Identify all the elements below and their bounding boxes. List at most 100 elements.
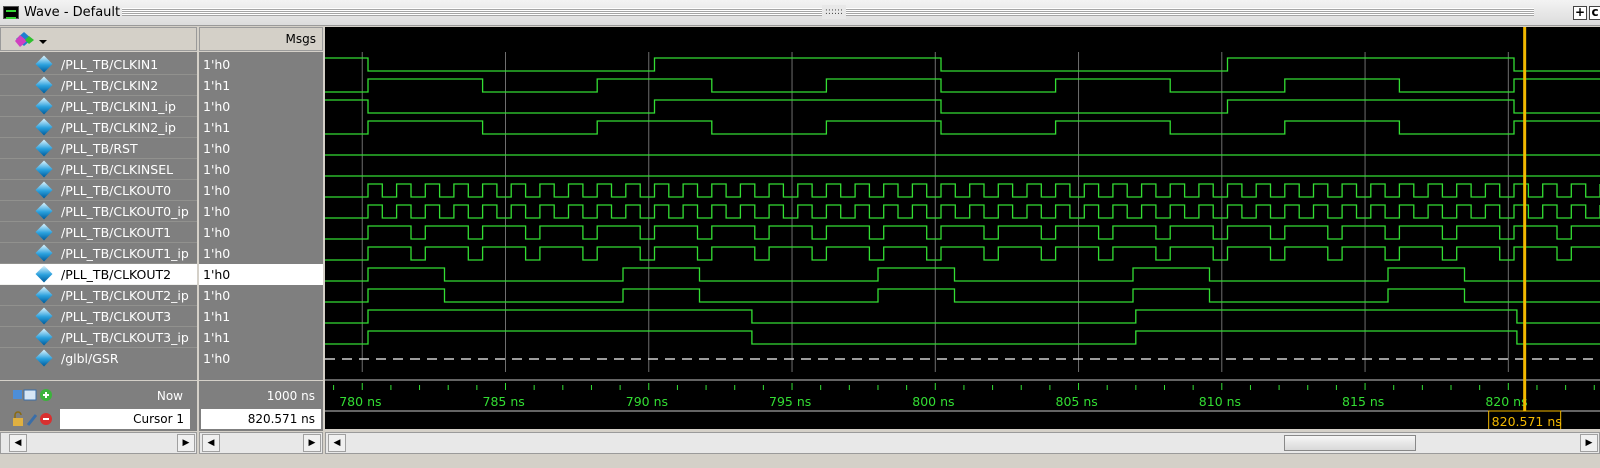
signal-diamond-icon (35, 349, 53, 367)
signal-row[interactable]: /PLL_TB/CLKIN1 (0, 54, 197, 75)
signal-value-row[interactable]: 1'h0 (199, 138, 323, 159)
signal-value: 1'h0 (203, 204, 231, 219)
signal-diamond-icon (35, 97, 53, 115)
signal-row[interactable]: /PLL_TB/CLKOUT1 (0, 222, 197, 243)
signal-value-row[interactable]: 1'h1 (199, 75, 323, 96)
signal-value: 1'h0 (203, 162, 231, 177)
wave-clkout3_ip (325, 330, 1600, 345)
more-button[interactable]: c (1589, 6, 1600, 20)
tick-label: 810 ns (1199, 394, 1241, 409)
scroll-left-icon[interactable]: ◀ (9, 434, 27, 452)
signal-value-row[interactable]: 1'h0 (199, 159, 323, 180)
signal-row[interactable]: /PLL_TB/CLKOUT0 (0, 180, 197, 201)
cursor-value-field[interactable]: 820.571 ns (201, 409, 321, 429)
signal-value: 1'h1 (203, 120, 231, 135)
waveform-canvas[interactable]: 780 ns 785 ns 790 ns 795 ns 800 ns 805 ns 810 … (325, 27, 1600, 431)
signal-row[interactable]: /PLL_TB/CLKOUT3 (0, 306, 197, 327)
wave-window-icon (3, 6, 19, 19)
signal-value-row[interactable]: 1'h1 (199, 306, 323, 327)
signal-name: /PLL_TB/CLKOUT2_ip (61, 288, 189, 303)
signal-diamond-icon (35, 76, 53, 94)
values-column-header: Msgs (199, 27, 323, 51)
waveform-pane[interactable]: 780 ns 785 ns 790 ns 795 ns 800 ns 805 ns 810 … (325, 27, 1600, 431)
signal-name: /PLL_TB/CLKINSEL (61, 162, 174, 177)
signal-name: /PLL_TB/CLKOUT3 (61, 309, 172, 324)
signal-row[interactable]: /PLL_TB/CLKOUT2_ip (0, 285, 197, 306)
tick-label: 790 ns (626, 394, 668, 409)
tick-label: 815 ns (1342, 394, 1384, 409)
tick-label: 795 ns (769, 394, 811, 409)
signal-value: 1'h0 (203, 99, 231, 114)
signal-diamond-icon (35, 139, 53, 157)
scroll-left-icon[interactable]: ◀ (328, 434, 346, 452)
signal-diamond-icon (35, 202, 53, 220)
add-pane-button[interactable]: + (1573, 6, 1587, 20)
now-value: 1000 ns (266, 389, 315, 403)
signal-diamond-icon (35, 265, 53, 283)
signal-name: /PLL_TB/CLKIN1_ip (61, 99, 176, 114)
msgs-header-label: Msgs (285, 32, 316, 46)
scroll-right-icon[interactable]: ▶ (177, 434, 195, 452)
signal-value-row[interactable]: 1'h0 (199, 222, 323, 243)
signal-value-row[interactable]: 1'h0 (199, 180, 323, 201)
signal-value: 1'h0 (203, 141, 231, 156)
signal-value-row[interactable]: 1'h0 (199, 348, 323, 369)
tick-label: 780 ns (339, 394, 381, 409)
signal-value: 1'h1 (203, 330, 231, 345)
window-title: Wave - Default (24, 5, 121, 20)
signal-row[interactable]: /PLL_TB/RST (0, 138, 197, 159)
signal-palette-dropdown-icon[interactable] (15, 31, 49, 49)
signal-value-row[interactable]: 1'h0 (199, 54, 323, 75)
signal-row[interactable]: /PLL_TB/CLKOUT3_ip (0, 327, 197, 348)
signal-value-row[interactable]: 1'h0 (199, 201, 323, 222)
now-label: Now (156, 389, 183, 403)
signal-row[interactable]: /PLL_TB/CLKIN1_ip (0, 96, 197, 117)
wave-clkout1 (325, 225, 1600, 240)
signal-row[interactable]: /PLL_TB/CLKOUT1_ip (0, 243, 197, 264)
signal-diamond-icon (35, 160, 53, 178)
values-hscrollbar[interactable]: ◀ ▶ (199, 432, 323, 454)
signal-name: /PLL_TB/CLKIN2_ip (61, 120, 176, 135)
now-toolbar-icons[interactable] (12, 387, 56, 403)
signal-value: 1'h0 (203, 351, 231, 366)
signal-value-row[interactable]: 1'h0 (199, 264, 323, 285)
signal-diamond-icon (35, 118, 53, 136)
waveform-hscrollbar[interactable]: ◀ ▶ (325, 432, 1600, 454)
signal-row[interactable]: /PLL_TB/CLKIN2 (0, 75, 197, 96)
window-footer (0, 455, 1600, 468)
wave-clkin1 (325, 57, 1600, 72)
signal-row[interactable]: /PLL_TB/CLKOUT0_ip (0, 201, 197, 222)
names-hscrollbar[interactable]: ◀ ▶ (0, 432, 197, 454)
signal-value: 1'h0 (203, 225, 231, 240)
signal-name: /PLL_TB/CLKOUT2 (61, 267, 172, 282)
signal-value-row[interactable]: 1'h0 (199, 243, 323, 264)
signal-value: 1'h0 (203, 288, 231, 303)
signal-value: 1'h0 (203, 267, 231, 282)
signal-value-row[interactable]: 1'h1 (199, 327, 323, 348)
signal-name: /glbl/GSR (61, 351, 119, 366)
signal-value-row[interactable]: 1'h1 (199, 117, 323, 138)
scroll-right-icon[interactable]: ▶ (1580, 434, 1598, 452)
signal-values-pane[interactable]: 1'h0 1'h1 1'h0 1'h1 1'h0 1'h0 1'h0 1'h0 1'h0 1'h0… (199, 52, 323, 380)
signal-name: /PLL_TB/RST (61, 141, 138, 156)
signal-row[interactable]: /PLL_TB/CLKIN2_ip (0, 117, 197, 138)
tick-label: 820 ns (1485, 394, 1527, 409)
status-names-pane: Now Cursor 1 (0, 381, 197, 431)
scroll-left-icon[interactable]: ◀ (202, 434, 220, 452)
signal-names-pane[interactable]: /PLL_TB/CLKIN1/PLL_TB/CLKIN2/PLL_TB/CLKI… (0, 52, 197, 380)
signal-diamond-icon (35, 286, 53, 304)
cursor-toolbar-icons[interactable] (12, 411, 56, 427)
signal-name: /PLL_TB/CLKOUT1 (61, 225, 172, 240)
signal-row[interactable]: /glbl/GSR (0, 348, 197, 369)
signal-row[interactable]: /PLL_TB/CLKINSEL (0, 159, 197, 180)
wave-clkout2_ip (325, 288, 1600, 303)
signal-row[interactable]: /PLL_TB/CLKOUT2 (0, 264, 197, 285)
titlebar-dock-handle[interactable]: :::::: (822, 5, 846, 19)
scrollbar-thumb[interactable] (1284, 435, 1416, 451)
signal-value-row[interactable]: 1'h0 (199, 285, 323, 306)
cursor-name-field[interactable]: Cursor 1 (60, 409, 190, 429)
signal-value-row[interactable]: 1'h0 (199, 96, 323, 117)
scroll-right-icon[interactable]: ▶ (303, 434, 321, 452)
signal-diamond-icon (35, 244, 53, 262)
signal-name: /PLL_TB/CLKOUT0 (61, 183, 172, 198)
